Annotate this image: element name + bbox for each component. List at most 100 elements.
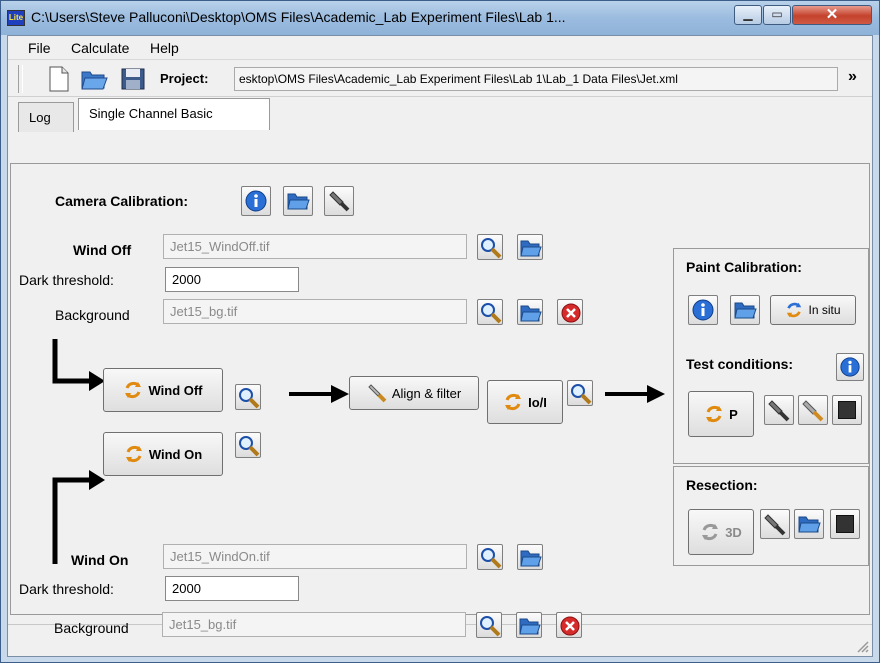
wind-on-background-label: Background: [54, 620, 129, 636]
resize-grip-icon[interactable]: [855, 639, 869, 653]
stop-icon: [838, 401, 856, 419]
toolbar-overflow-chevron[interactable]: »: [848, 68, 857, 86]
magnifier-icon: [480, 616, 501, 637]
wrench-icon: [329, 191, 350, 212]
wind-off-dark-threshold-input[interactable]: 2000: [165, 267, 299, 292]
wind-off-background-field[interactable]: Jet15_bg.tif: [163, 299, 467, 324]
process-wind-off-button[interactable]: Wind Off: [103, 368, 223, 412]
refresh-icon: [125, 381, 142, 399]
pressure-tool-button[interactable]: [764, 395, 794, 425]
resection-open-button[interactable]: [794, 509, 824, 539]
ratio-button[interactable]: Io/I: [487, 380, 563, 424]
title-bar: Lite C:\Users\Steve Palluconi\Desktop\OM…: [1, 1, 879, 35]
new-file-icon[interactable]: [48, 66, 74, 92]
wind-off-background-label: Background: [55, 307, 130, 323]
wrench-icon: [368, 384, 387, 403]
refresh-icon: [125, 445, 142, 463]
pressure-settings-button[interactable]: [798, 395, 828, 425]
wind-off-view-button[interactable]: [477, 234, 503, 260]
wrench-icon: [768, 400, 790, 422]
align-filter-button[interactable]: Align & filter: [349, 376, 479, 410]
tab-single-channel-basic[interactable]: Single Channel Basic: [78, 98, 270, 130]
process-wind-on-label: Wind On: [148, 446, 203, 462]
menu-calculate[interactable]: Calculate: [71, 40, 129, 56]
resection-3d-button[interactable]: 3D: [688, 509, 754, 555]
wrench-icon: [764, 514, 786, 536]
in-situ-label: In situ: [808, 303, 841, 317]
toolbar-grip[interactable]: [18, 65, 23, 93]
ratio-preview-button[interactable]: [567, 380, 593, 406]
wind-on-open-button[interactable]: [517, 544, 543, 570]
single-channel-panel: Camera Calibration: Wind Off Jet15_WindO…: [10, 163, 870, 615]
wind-off-file-field[interactable]: Jet15_WindOff.tif: [163, 234, 467, 259]
save-icon[interactable]: [120, 66, 146, 92]
paint-calibration-group: Paint Calibration: In situ Test conditio…: [673, 248, 869, 464]
process-wind-off-label: Wind Off: [148, 382, 203, 398]
refresh-icon: [787, 302, 802, 318]
camera-calibration-label: Camera Calibration:: [55, 193, 189, 209]
magnifier-icon: [481, 548, 502, 569]
magnifier-icon: [481, 238, 502, 259]
resection-group: Resection: 3D: [673, 466, 869, 566]
align-filter-label: Align & filter: [391, 385, 462, 401]
paint-open-button[interactable]: [730, 295, 760, 325]
tab-log[interactable]: Log: [18, 102, 74, 132]
camera-open-button[interactable]: [283, 186, 313, 216]
stop-icon: [836, 515, 854, 533]
resection-tool-button[interactable]: [760, 509, 790, 539]
toolbar: Project: esktop\OMS Files\Academic_Lab E…: [8, 61, 872, 97]
refresh-icon: [505, 393, 522, 411]
tab-strip: Log Single Channel Basic: [8, 98, 872, 168]
wind-off-dark-threshold-label: Dark threshold:: [19, 272, 114, 288]
wind-off-bg-clear-button[interactable]: [557, 299, 583, 325]
wind-on-dark-threshold-label: Dark threshold:: [19, 581, 114, 597]
open-folder-icon: [520, 240, 542, 257]
pressure-label: P: [729, 406, 738, 422]
wind-off-preview-button[interactable]: [235, 384, 261, 410]
main-window: Lite C:\Users\Steve Palluconi\Desktop\OM…: [0, 0, 880, 663]
open-folder-icon[interactable]: [80, 66, 108, 92]
pressure-button[interactable]: P: [688, 391, 754, 437]
paint-info-button[interactable]: [688, 295, 718, 325]
pressure-stop-button[interactable]: [832, 395, 862, 425]
wind-on-view-button[interactable]: [477, 544, 503, 570]
refresh-icon: [706, 405, 723, 423]
open-folder-icon: [520, 550, 542, 567]
magnifier-icon: [481, 303, 502, 324]
close-button[interactable]: ✕: [792, 5, 872, 25]
client-area: File Calculate Help Project: esktop\OMS …: [7, 35, 873, 657]
wind-off-label: Wind Off: [73, 242, 132, 258]
flow-arrow-to-align: [289, 385, 349, 403]
in-situ-button[interactable]: In situ: [770, 295, 856, 325]
menu-bar: File Calculate Help: [8, 36, 872, 60]
camera-edit-button[interactable]: [324, 186, 354, 216]
menu-help[interactable]: Help: [150, 40, 179, 56]
wind-on-bg-open-button[interactable]: [516, 612, 542, 638]
wind-on-preview-button[interactable]: [235, 432, 261, 458]
wind-on-file-field[interactable]: Jet15_WindOn.tif: [163, 544, 467, 569]
minimize-button[interactable]: ▁: [734, 5, 762, 25]
resection-stop-button[interactable]: [830, 509, 860, 539]
resection-label: Resection:: [686, 477, 758, 493]
resection-3d-label: 3D: [725, 524, 742, 540]
open-folder-icon: [287, 193, 310, 210]
info-icon: [692, 299, 714, 321]
wind-on-background-field[interactable]: Jet15_bg.tif: [162, 612, 466, 637]
process-wind-on-button[interactable]: Wind On: [103, 432, 223, 476]
wind-on-dark-threshold-input[interactable]: 2000: [165, 576, 299, 601]
wrench-icon: [802, 400, 824, 422]
magnifier-icon: [239, 388, 260, 409]
camera-info-button[interactable]: [241, 186, 271, 216]
wind-off-bg-open-button[interactable]: [517, 299, 543, 325]
flow-arrow-to-paint: [605, 385, 665, 403]
open-folder-icon: [520, 305, 542, 322]
refresh-icon: [702, 523, 719, 541]
test-conditions-info-button[interactable]: [836, 353, 864, 381]
menu-file[interactable]: File: [28, 40, 51, 56]
wind-off-open-button[interactable]: [517, 234, 543, 260]
wind-off-bg-view-button[interactable]: [477, 299, 503, 325]
maximize-button[interactable]: ▭: [763, 5, 791, 25]
wind-on-bg-clear-button[interactable]: [556, 612, 582, 638]
wind-on-bg-view-button[interactable]: [476, 612, 502, 638]
project-path-field[interactable]: esktop\OMS Files\Academic_Lab Experiment…: [234, 67, 838, 91]
